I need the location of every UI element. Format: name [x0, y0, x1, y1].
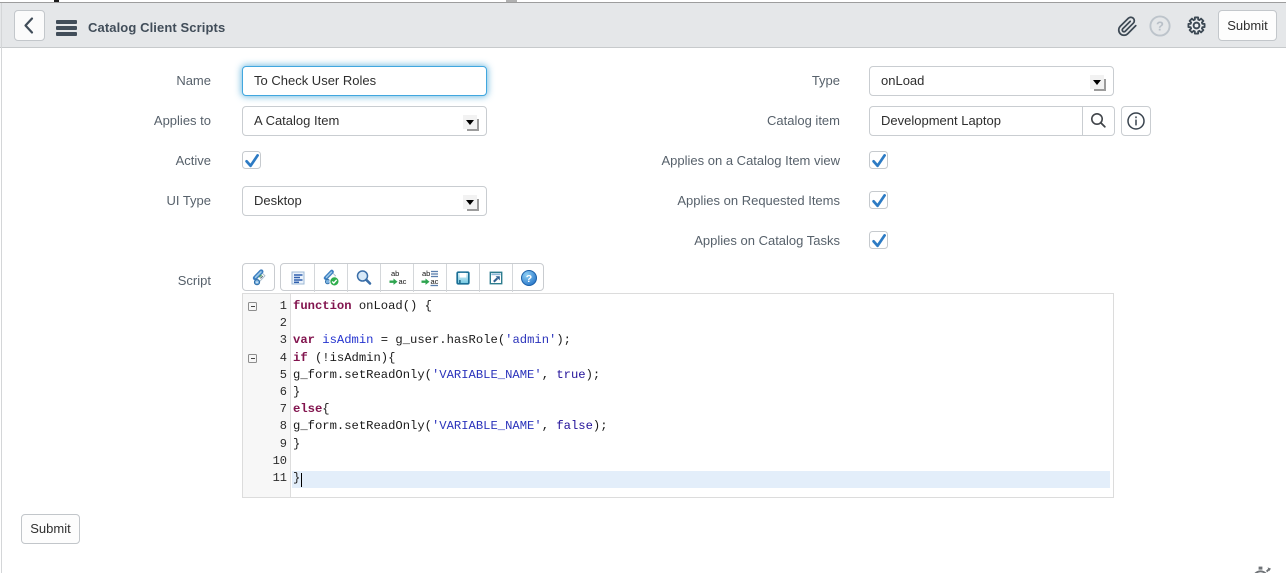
svg-text:ab: ab: [422, 269, 430, 278]
svg-text:?: ?: [526, 273, 532, 285]
svg-text:ac: ac: [431, 277, 439, 286]
svg-text:ac: ac: [399, 277, 407, 286]
svg-text:?: ?: [1156, 19, 1164, 34]
